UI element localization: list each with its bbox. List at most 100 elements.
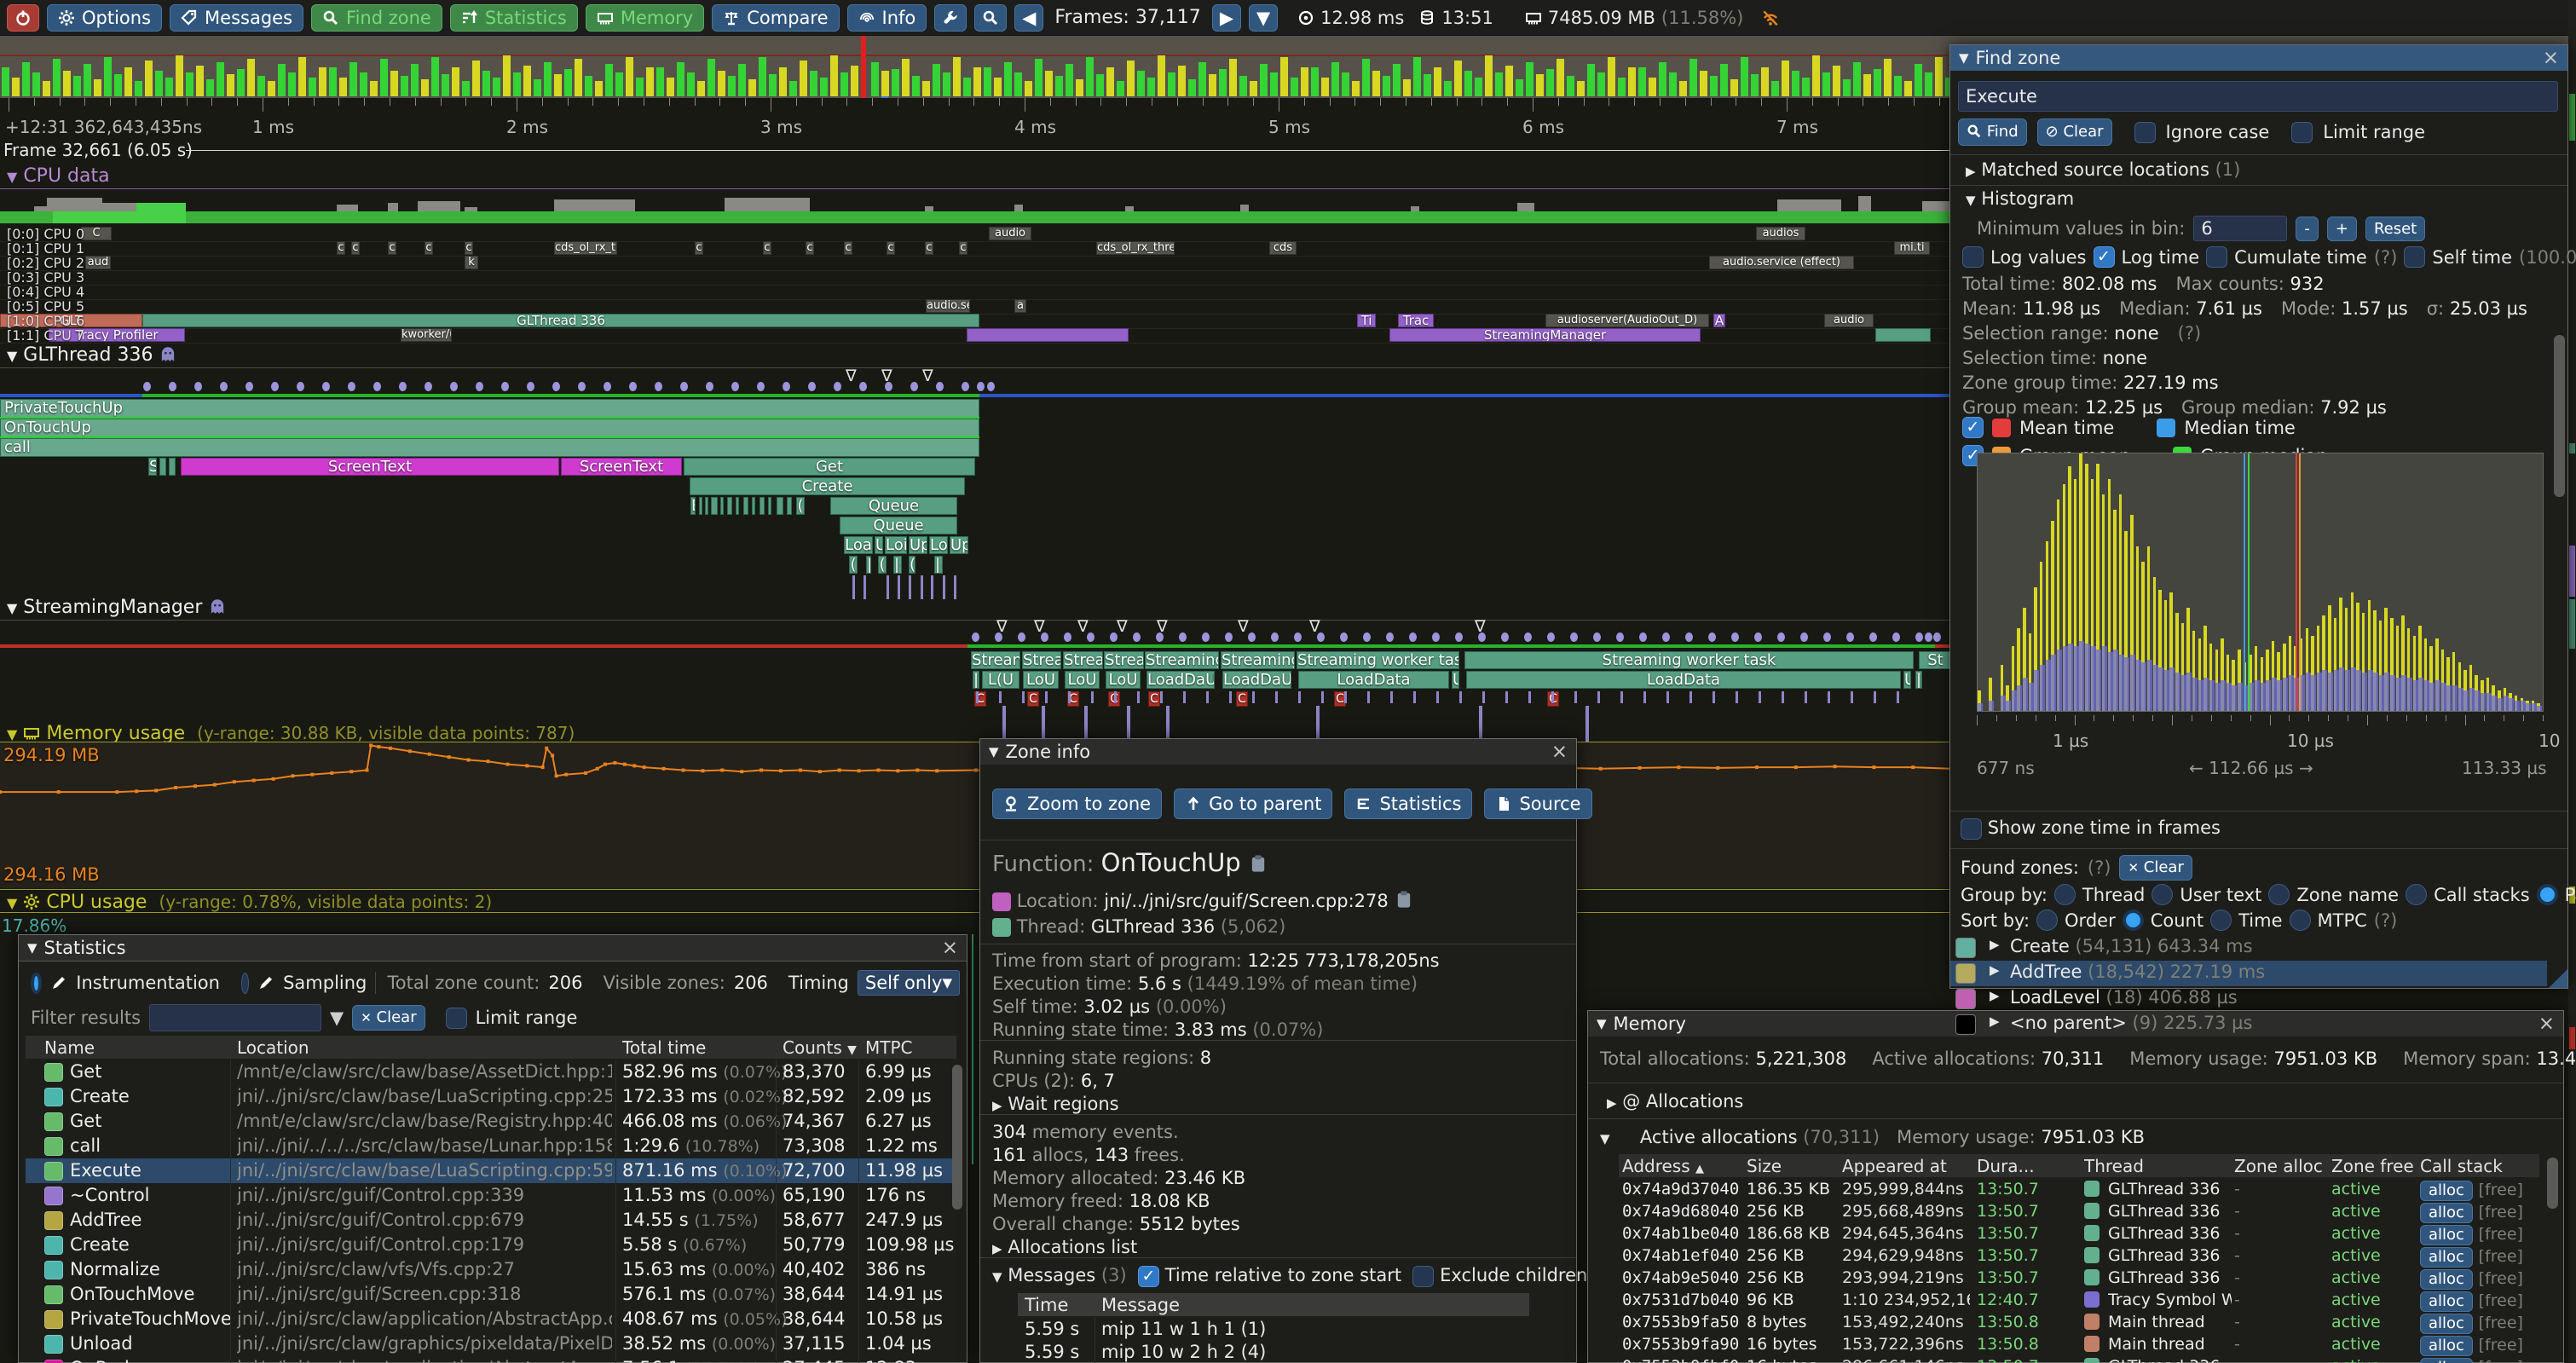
frame-bar[interactable] bbox=[656, 67, 664, 96]
cpu-zone-chip[interactable]: c bbox=[763, 241, 771, 255]
message-dot[interactable] bbox=[1202, 632, 1210, 642]
frame-bar[interactable] bbox=[994, 78, 1002, 96]
streaming-zone[interactable]: Streaming bbox=[1221, 651, 1295, 669]
frame-bar[interactable] bbox=[984, 67, 991, 96]
zone-statistics-button[interactable]: Statistics bbox=[1344, 788, 1472, 819]
glthread-zone[interactable]: | bbox=[866, 556, 871, 574]
memory-table-row[interactable]: 0x7531d7b04096 KB1:10 234,952,16112:40.7… bbox=[1619, 1289, 2539, 1311]
resize-handle[interactable] bbox=[2549, 969, 2567, 988]
message-dot[interactable] bbox=[655, 382, 662, 391]
glthread-zone[interactable]: Loa bbox=[844, 536, 873, 554]
frame-bar[interactable] bbox=[963, 78, 971, 96]
log-values-checkbox[interactable] bbox=[1962, 246, 1984, 268]
cpu-zone-chip[interactable]: GLThread 336 bbox=[142, 314, 979, 327]
memory-scrollbar-thumb[interactable] bbox=[2547, 1158, 2558, 1209]
alloc-callstack-button[interactable]: alloc [free] bbox=[2420, 1268, 2523, 1290]
frame-bar[interactable] bbox=[554, 74, 562, 96]
frame-bar[interactable] bbox=[892, 69, 899, 96]
frame-bar[interactable] bbox=[1822, 72, 1830, 96]
frame-bar[interactable] bbox=[605, 64, 613, 96]
frame-bar[interactable] bbox=[196, 66, 204, 96]
glthread-zone[interactable]: U bbox=[875, 536, 883, 554]
find-clear-button[interactable]: ⊘ Clear bbox=[2037, 118, 2112, 146]
frame-bar[interactable] bbox=[800, 61, 807, 96]
frame-bar[interactable] bbox=[1771, 81, 1779, 96]
frame-bar[interactable] bbox=[53, 59, 61, 96]
frame-marker-icon[interactable]: ∇ bbox=[1117, 617, 1128, 636]
message-dot[interactable] bbox=[834, 382, 841, 391]
cpu-zone-chip[interactable]: c bbox=[465, 241, 473, 255]
frame-bar[interactable] bbox=[431, 57, 439, 96]
message-dot[interactable] bbox=[1225, 632, 1233, 642]
streaming-zone[interactable]: | bbox=[1915, 671, 1922, 689]
frame-bar[interactable] bbox=[1853, 62, 1861, 96]
message-dot[interactable] bbox=[936, 382, 944, 391]
cpu-zone-chip[interactable]: audio bbox=[1824, 314, 1874, 327]
found-zone-item[interactable]: ▶AddTree (18,542) 227.19 ms bbox=[1950, 961, 2547, 986]
minimap-scrollbar[interactable] bbox=[2568, 0, 2576, 1363]
glthread-zone[interactable]: Queue bbox=[840, 517, 957, 534]
stats-table-row[interactable]: Get/mnt/e/claw/src/claw/base/AssetDict.h… bbox=[26, 1060, 956, 1084]
frame-bar[interactable] bbox=[1413, 57, 1421, 96]
frame-bar[interactable] bbox=[1291, 78, 1298, 96]
cpu-zone-chip[interactable]: A bbox=[1713, 314, 1725, 327]
frame-bar[interactable] bbox=[1055, 76, 1063, 96]
frame-bar[interactable] bbox=[1730, 79, 1738, 96]
frame-bar[interactable] bbox=[247, 59, 255, 96]
frame-bar[interactable] bbox=[779, 67, 787, 96]
sort-by-count-radio[interactable] bbox=[2123, 910, 2144, 931]
message-dot[interactable] bbox=[972, 632, 979, 642]
bin-minus-button[interactable]: - bbox=[2296, 217, 2319, 241]
frame-bar[interactable] bbox=[728, 76, 736, 96]
frame-bar[interactable] bbox=[687, 72, 695, 96]
frame-bar[interactable] bbox=[1168, 72, 1175, 96]
frame-bar[interactable] bbox=[626, 57, 633, 96]
fz-limit-range-checkbox[interactable] bbox=[2291, 122, 2313, 143]
filter-clear-button[interactable]: ✕ Clear bbox=[352, 1005, 425, 1031]
glthread-zone[interactable] bbox=[760, 497, 765, 515]
frame-bar[interactable] bbox=[32, 72, 40, 96]
close-icon[interactable]: × bbox=[2543, 47, 2559, 69]
stats-column-header[interactable]: Counts ▼ bbox=[783, 1037, 857, 1058]
frame-bar[interactable] bbox=[1925, 72, 1932, 96]
frame-bar[interactable] bbox=[1802, 78, 1810, 96]
message-dot[interactable] bbox=[143, 382, 151, 391]
frame-bar[interactable] bbox=[257, 76, 265, 96]
message-dot[interactable] bbox=[1455, 632, 1463, 642]
message-dot[interactable] bbox=[1110, 632, 1118, 642]
glthread-zone[interactable]: call bbox=[0, 438, 979, 457]
frame-bar[interactable] bbox=[73, 76, 81, 96]
memory-table-row[interactable]: 0x7553b9fa9016 bytes153,722,396ns13:50.8… bbox=[1619, 1333, 2539, 1355]
compare-button[interactable]: Compare bbox=[712, 4, 839, 32]
show-zone-frames-checkbox[interactable] bbox=[1961, 818, 1982, 840]
cpu-zone-chip[interactable]: c bbox=[388, 241, 396, 255]
cpu-zone-chip[interactable]: c bbox=[959, 241, 967, 255]
message-dot[interactable] bbox=[1432, 632, 1440, 642]
find-zone-titlebar[interactable]: ▼Find zone× bbox=[1950, 45, 2567, 71]
stats-table-row[interactable]: Normalizejni/../jni/src/claw/vfs/Vfs.cpp… bbox=[26, 1257, 956, 1282]
frame-bar[interactable] bbox=[1700, 71, 1707, 96]
frame-bar[interactable] bbox=[646, 67, 654, 96]
fz-scrollbar-thumb[interactable] bbox=[2554, 335, 2565, 497]
zone-info-titlebar[interactable]: ▼Zone info× bbox=[980, 739, 1576, 765]
frame-bar[interactable] bbox=[2, 67, 9, 96]
thread-header[interactable]: ▼ GLThread 336 bbox=[7, 344, 177, 366]
glthread-zone[interactable] bbox=[736, 497, 739, 515]
glthread-zone[interactable] bbox=[787, 497, 792, 515]
frame-bar[interactable] bbox=[217, 62, 224, 96]
zoom-to-zone-button[interactable]: Zoom to zone bbox=[992, 788, 1162, 819]
stats-table-row[interactable]: PrivateTouchMovejni/../jni/src/claw/appl… bbox=[26, 1307, 956, 1331]
frame-bar[interactable] bbox=[135, 81, 142, 96]
zone-source-button[interactable]: Source bbox=[1484, 788, 1591, 819]
frame-bar[interactable] bbox=[697, 81, 705, 96]
frame-bar[interactable] bbox=[1066, 64, 1073, 96]
cpu-zone-chip[interactable]: a bbox=[1014, 299, 1026, 313]
frame-bar[interactable] bbox=[329, 67, 337, 96]
group-by-parent-radio[interactable] bbox=[2537, 884, 2558, 905]
glthread-zone[interactable]: ( bbox=[849, 556, 858, 574]
frame-bar[interactable] bbox=[513, 72, 521, 96]
glthread-zone[interactable] bbox=[777, 497, 783, 515]
message-dot[interactable] bbox=[808, 382, 816, 391]
message-dot[interactable] bbox=[859, 382, 867, 391]
group-by-call-stacks-radio[interactable] bbox=[2406, 884, 2427, 905]
